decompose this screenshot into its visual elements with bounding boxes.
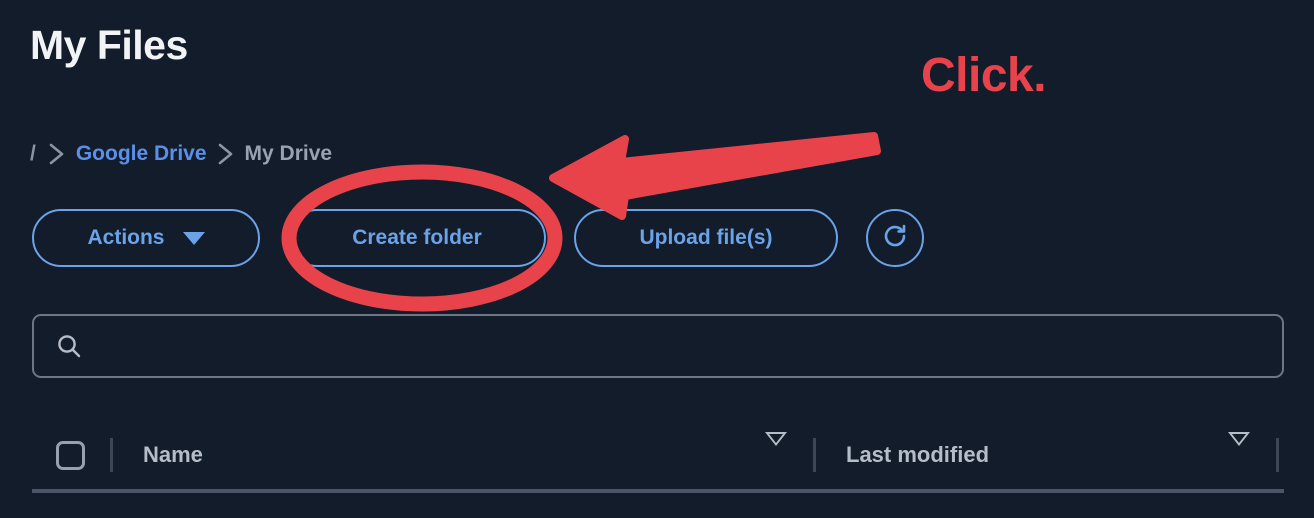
- column-header-last-modified-label: Last modified: [846, 442, 990, 467]
- search-icon: [56, 333, 82, 359]
- search-input[interactable]: [98, 335, 1260, 357]
- page-title: My Files: [30, 22, 188, 68]
- chevron-right-icon: [38, 141, 76, 167]
- actions-button[interactable]: Actions: [32, 209, 260, 267]
- my-files-page: My Files / Google Drive My Drive Actions…: [0, 0, 1314, 518]
- column-header-last-modified[interactable]: Last modified: [816, 420, 1276, 490]
- create-folder-button[interactable]: Create folder: [288, 209, 546, 267]
- breadcrumb: / Google Drive My Drive: [30, 139, 332, 169]
- chevron-right-icon: [207, 141, 245, 167]
- column-header-name-label: Name: [143, 442, 203, 467]
- caret-down-icon: [182, 231, 205, 245]
- search-bar[interactable]: [32, 314, 1284, 378]
- select-all-checkbox[interactable]: [56, 440, 85, 470]
- click-annotation-label: Click.: [921, 49, 1047, 102]
- column-header-name[interactable]: Name: [113, 420, 813, 490]
- breadcrumb-item-google-drive[interactable]: Google Drive: [76, 142, 207, 166]
- table-header-divider: [32, 489, 1284, 493]
- file-table-header: Name Last modified: [32, 420, 1284, 490]
- breadcrumb-item-my-drive[interactable]: My Drive: [245, 142, 333, 166]
- actions-button-label: Actions: [87, 226, 165, 249]
- upload-files-button-label: Upload file(s): [639, 226, 773, 249]
- breadcrumb-root[interactable]: /: [30, 142, 38, 166]
- sort-descending-icon[interactable]: [765, 432, 813, 464]
- upload-files-button[interactable]: Upload file(s): [574, 209, 838, 267]
- refresh-button[interactable]: [866, 209, 924, 267]
- refresh-icon: [878, 219, 912, 258]
- create-folder-button-label: Create folder: [352, 226, 482, 249]
- toolbar: Actions Create folder Upload file(s): [32, 209, 924, 267]
- arrow-left-icon: [549, 132, 881, 220]
- select-all-cell: [32, 440, 110, 470]
- column-divider: [1276, 438, 1279, 472]
- sort-descending-icon[interactable]: [1228, 432, 1276, 464]
